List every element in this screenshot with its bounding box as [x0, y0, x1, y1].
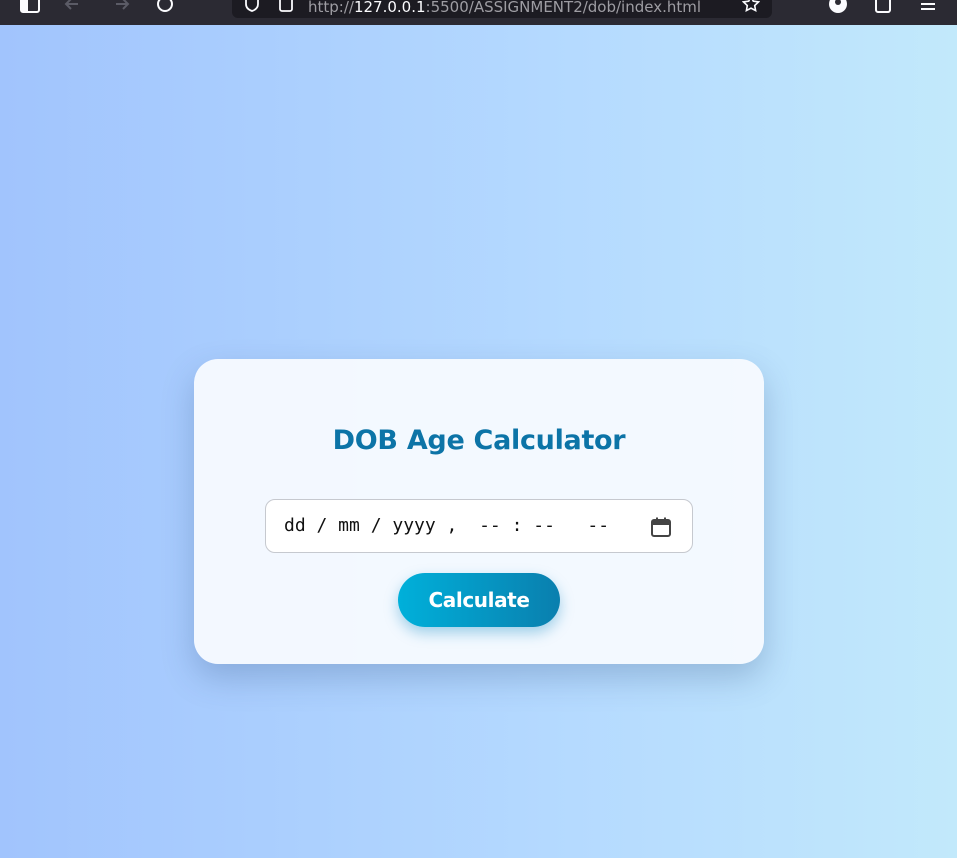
calculate-button[interactable]: Calculate — [398, 573, 560, 627]
page-viewport: DOB Age Calculator dd / mm / yyyy , -- :… — [0, 25, 957, 858]
url-path: :5500/ASSIGNMENT2/dob/index.html — [425, 0, 702, 16]
back-icon[interactable] — [62, 0, 82, 14]
shield-icon[interactable] — [242, 0, 262, 14]
url-host: 127.0.0.1 — [353, 0, 426, 16]
page-title: DOB Age Calculator — [332, 425, 626, 456]
reload-icon[interactable] — [155, 0, 175, 14]
url-text[interactable]: http://127.0.0.1:5500/ASSIGNMENT2/dob/in… — [308, 0, 701, 16]
dob-datetime-input[interactable]: dd / mm / yyyy , -- : -- -- — [265, 499, 693, 553]
forward-icon[interactable] — [112, 0, 132, 14]
url-prefix: http:// — [308, 0, 354, 16]
star-icon[interactable] — [741, 0, 761, 14]
calculator-card: DOB Age Calculator dd / mm / yyyy , -- :… — [194, 359, 764, 664]
sidebar-icon[interactable] — [20, 0, 40, 14]
date-placeholder[interactable]: dd / mm / yyyy , -- : -- -- — [284, 515, 609, 536]
menu-icon[interactable] — [918, 0, 938, 14]
calendar-icon[interactable] — [650, 516, 672, 538]
browser-toolbar: http://127.0.0.1:5500/ASSIGNMENT2/dob/in… — [0, 0, 957, 25]
extensions-icon[interactable] — [873, 0, 893, 14]
page-icon[interactable] — [276, 0, 296, 14]
url-bar[interactable]: http://127.0.0.1:5500/ASSIGNMENT2/dob/in… — [232, 0, 772, 18]
account-icon[interactable] — [828, 0, 848, 14]
